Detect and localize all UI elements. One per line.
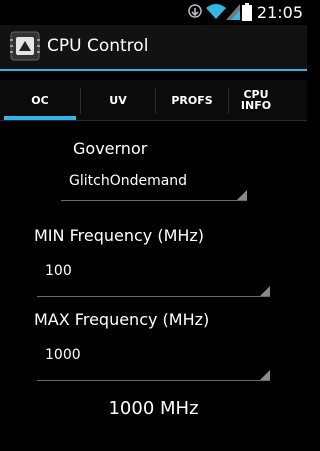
app-title: CPU Control	[47, 36, 149, 56]
governor-spinner[interactable]: GlitchOndemand	[61, 167, 247, 201]
min-frequency-label: MIN Frequency (MHz)	[34, 226, 205, 245]
min-frequency-value: 100	[45, 263, 72, 279]
tab-uv[interactable]: UV	[81, 80, 155, 120]
tab-label: CPU INFO	[240, 88, 272, 112]
status-bar: 21:05	[0, 0, 307, 25]
cpu-chip-icon[interactable]	[10, 31, 40, 61]
spinner-arrow-icon	[260, 370, 270, 380]
spinner-arrow-icon	[260, 286, 270, 296]
battery-icon	[242, 3, 252, 25]
tab-label: UV	[109, 93, 127, 107]
tab-profs[interactable]: PROFS	[156, 80, 228, 120]
current-frequency: 1000 MHz	[108, 398, 199, 419]
governor-value: GlitchOndemand	[69, 173, 188, 189]
status-clock: 21:05	[256, 3, 303, 22]
spinner-underline	[37, 296, 270, 297]
governor-label: Governor	[73, 139, 148, 158]
spinner-underline	[37, 380, 270, 381]
spinner-arrow-icon	[237, 190, 247, 200]
max-frequency-value: 1000	[45, 347, 81, 363]
spinner-underline	[61, 200, 247, 201]
min-frequency-spinner[interactable]: 100	[37, 257, 270, 297]
signal-icon	[226, 4, 240, 24]
tab-oc[interactable]: OC	[0, 80, 80, 120]
wifi-icon	[206, 3, 226, 24]
download-icon	[188, 4, 202, 24]
max-frequency-label: MAX Frequency (MHz)	[34, 310, 210, 329]
tab-cpu-info[interactable]: CPU INFO	[229, 80, 283, 120]
max-frequency-spinner[interactable]: 1000	[37, 341, 270, 381]
tab-bar-divider	[0, 120, 307, 121]
tab-label: PROFS	[171, 93, 213, 107]
tab-label: OC	[31, 93, 49, 107]
tab-bar: OC UV PROFS CPU INFO	[0, 80, 307, 120]
action-bar: CPU Control	[0, 25, 307, 71]
